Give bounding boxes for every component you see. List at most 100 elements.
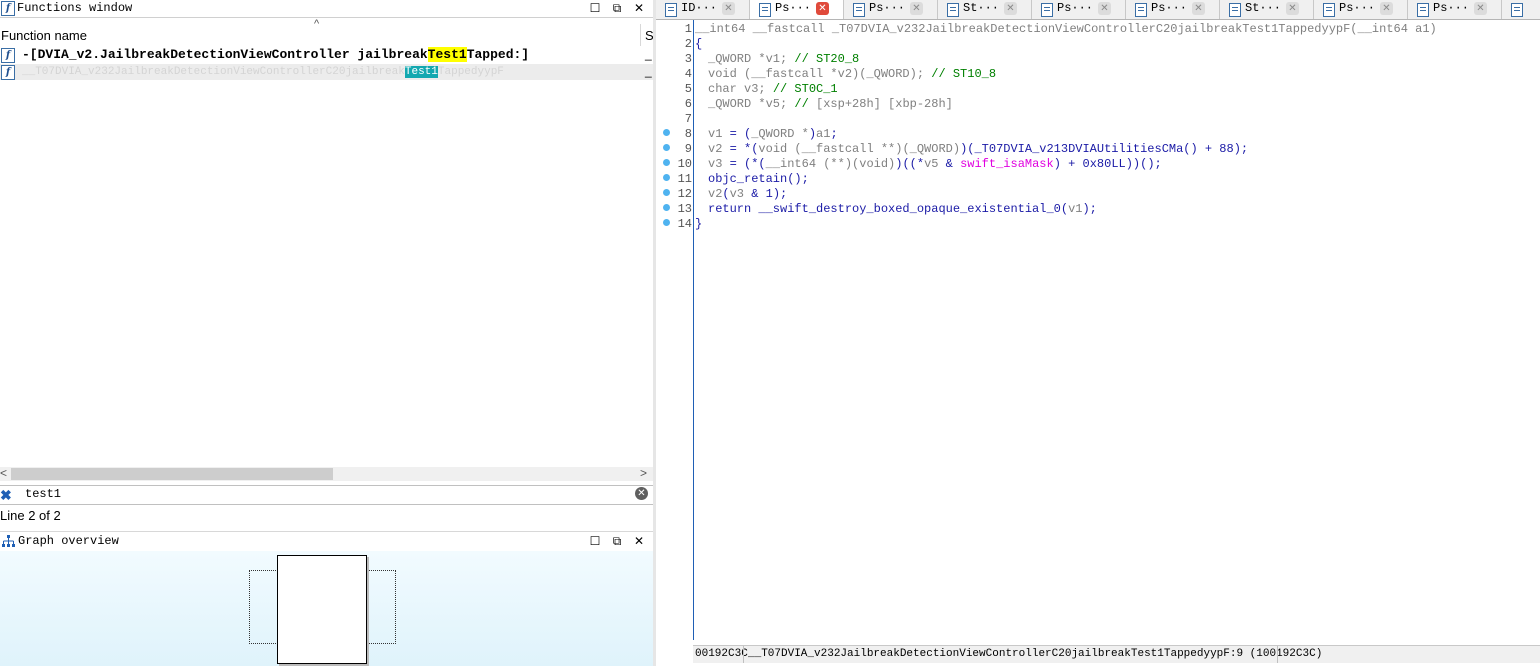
quick-filter-bar: ✖ test1 ✕ [0,485,653,505]
gutter-line [693,20,694,640]
functions-window-titlebar: f Functions window ☐ ⧉ ✕ [0,0,653,18]
tab-pseudocode[interactable]: Ps··· ✕ [844,0,938,19]
line-number: 3 [684,52,692,66]
code-line[interactable]: _QWORD *v1; // ST20_8 [708,52,859,66]
breakpoint-dot[interactable] [663,129,670,136]
close-icon[interactable]: ✕ [631,0,647,16]
document-icon [1229,3,1241,17]
document-icon [1323,3,1335,17]
document-icon [853,3,865,17]
tab-close-icon[interactable]: ✕ [1004,2,1017,15]
filter-close-icon[interactable]: ✖ [0,487,12,504]
code-line[interactable]: objc_retain(); [708,172,809,186]
function-row-selected[interactable]: f __T07DVIA_v232JailbreakDetectionViewCo… [0,64,653,80]
restore-icon[interactable]: ⧉ [609,0,625,16]
breakpoint-dot[interactable] [663,144,670,151]
line-number: 8 [684,127,692,141]
code-line-signature[interactable]: __int64 __fastcall _T07DVIA_v232Jailbrea… [695,22,1437,36]
line-number: 4 [684,67,692,81]
line-number: 6 [684,97,692,111]
tab-close-icon[interactable]: ✕ [1474,2,1487,15]
tab-label: Ps··· [1339,1,1376,15]
code-line[interactable]: void (__fastcall *v2)(_QWORD); // ST10_8 [708,67,996,81]
maximize-icon[interactable]: ☐ [587,0,603,16]
line-number: 1 [684,22,692,36]
tab-ida-view[interactable]: ID··· ✕ [656,0,750,19]
tab-close-icon[interactable]: ✕ [910,2,923,15]
tab-label: Ps··· [775,1,812,15]
tab-overflow[interactable] [1502,0,1540,19]
tab-strings[interactable]: St··· ✕ [1220,0,1314,19]
document-icon [1417,3,1429,17]
function-row[interactable]: f -[DVIA_v2.JailbreakDetectionViewContro… [0,47,653,63]
tab-label: Ps··· [869,1,906,15]
line-number: 2 [684,37,692,51]
tab-label: Ps··· [1057,1,1094,15]
current-address: 00192C3C [695,648,748,660]
scrollbar-thumb[interactable] [11,468,333,480]
graph-node[interactable] [277,555,367,664]
tab-close-icon[interactable]: ✕ [816,2,829,15]
breakpoint-dot[interactable] [663,204,670,211]
tab-close-icon[interactable]: ✕ [1192,2,1205,15]
column-divider[interactable] [640,24,641,46]
tab-pseudocode[interactable]: Ps··· ✕ [1126,0,1220,19]
pseudocode-view[interactable] [656,20,1540,644]
breakpoint-dot[interactable] [663,174,670,181]
function-icon: f [1,1,15,16]
function-icon: f [1,65,15,80]
tab-strings[interactable]: St··· ✕ [938,0,1032,19]
segment-value: _ [645,64,652,78]
tab-label: ID··· [681,1,718,15]
column-function-name[interactable]: Function name [1,28,87,43]
current-location: __T07DVIA_v232JailbreakDetectionViewCont… [748,648,1323,660]
tab-label: St··· [1245,1,1282,15]
tab-pseudocode-active[interactable]: Ps··· ✕ [750,0,844,19]
tab-pseudocode[interactable]: Ps··· ✕ [1314,0,1408,19]
code-line[interactable]: v3 = (*(__int64 (**)(void))((*v5 & swift… [708,157,1162,171]
functions-column-header[interactable]: Function name ^ S [0,18,654,46]
close-icon[interactable]: ✕ [631,533,647,549]
code-line[interactable]: v2 = *(void (__fastcall **)(_QWORD))(_T0… [708,142,1248,156]
line-number: 14 [677,217,692,231]
code-line[interactable]: return __swift_destroy_boxed_opaque_exis… [708,202,1097,216]
tab-label: St··· [963,1,1000,15]
line-number: 11 [677,172,692,186]
breakpoint-dot[interactable] [663,219,670,226]
tab-close-icon[interactable]: ✕ [1098,2,1111,15]
line-number: 7 [684,112,692,126]
code-line[interactable]: _QWORD *v5; // [xsp+28h] [xbp-28h] [708,97,953,111]
line-number: 13 [677,202,692,216]
graph-icon [2,535,15,547]
document-icon [1511,3,1523,17]
tab-pseudocode[interactable]: Ps··· ✕ [1032,0,1126,19]
scroll-right-icon[interactable]: > [640,466,647,480]
breakpoint-dot[interactable] [663,159,670,166]
maximize-icon[interactable]: ☐ [587,533,603,549]
clear-search-icon[interactable]: ✕ [635,487,648,500]
sort-ascending-icon: ^ [314,18,320,30]
tab-bar: ID··· ✕ Ps··· ✕ Ps··· ✕ St··· ✕ Ps··· ✕ … [656,0,1540,20]
code-line[interactable]: { [695,37,702,51]
breakpoint-dot[interactable] [663,189,670,196]
restore-icon[interactable]: ⧉ [609,533,625,549]
tab-pseudocode[interactable]: Ps··· ✕ [1408,0,1502,19]
code-line[interactable]: } [695,217,702,231]
tab-label: Ps··· [1151,1,1188,15]
document-icon [759,3,771,17]
tab-close-icon[interactable]: ✕ [1380,2,1393,15]
horizontal-scrollbar[interactable]: < > [0,466,653,481]
code-line[interactable]: v1 = (_QWORD *)a1; [708,127,838,141]
tab-close-icon[interactable]: ✕ [1286,2,1299,15]
line-number: 9 [684,142,692,156]
search-input[interactable]: test1 [25,487,61,501]
tab-close-icon[interactable]: ✕ [722,2,735,15]
line-status: Line 2 of 2 [0,508,61,523]
graph-overview-title: Graph overview [18,534,119,548]
function-name: -[DVIA_v2.JailbreakDetectionViewControll… [22,47,530,62]
scroll-left-icon[interactable]: < [0,466,7,480]
document-icon [1135,3,1147,17]
code-line[interactable]: v2(v3 & 1); [708,187,787,201]
code-line[interactable]: char v3; // ST0C_1 [708,82,838,96]
segment-value: _ [645,47,652,61]
